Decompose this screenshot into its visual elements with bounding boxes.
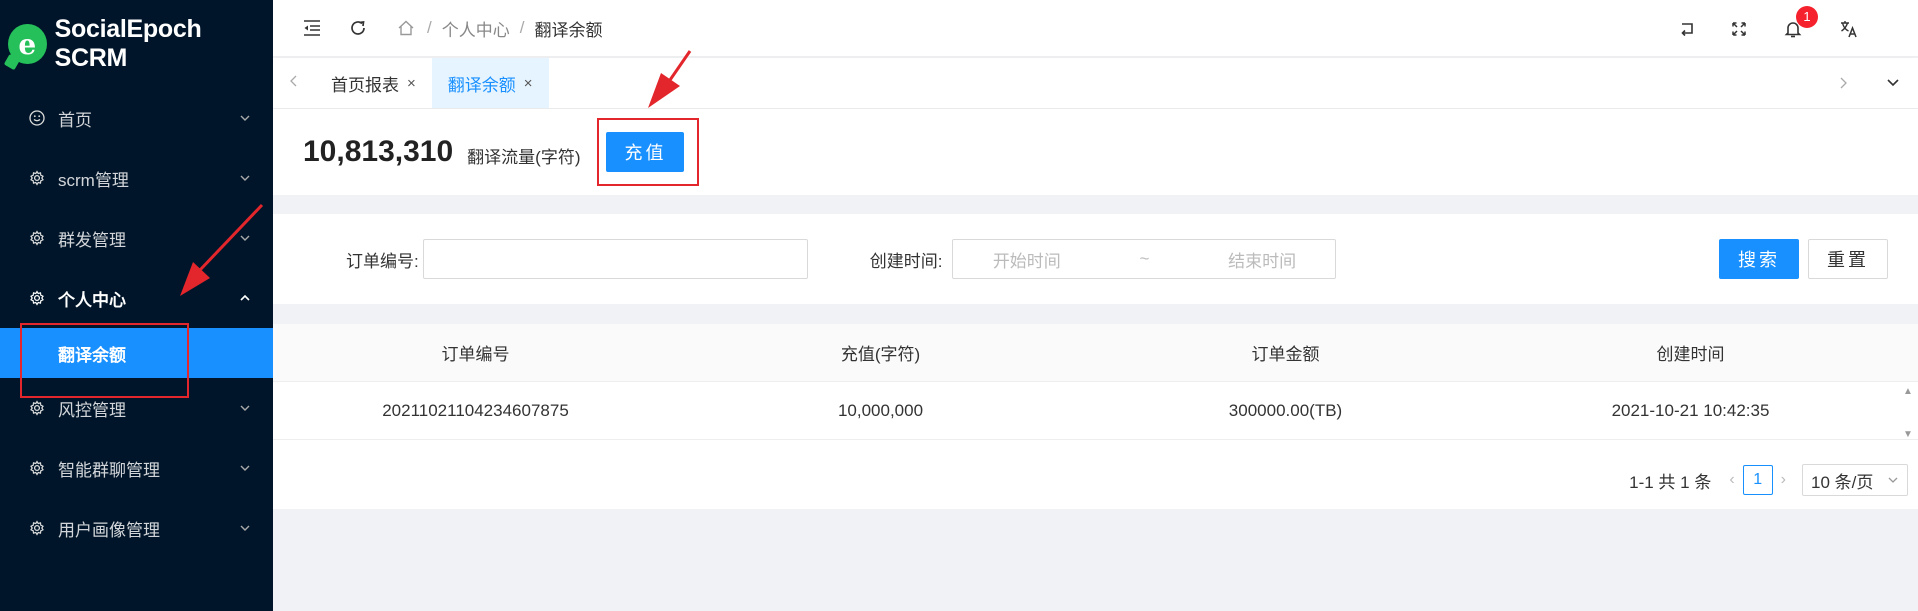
page-number[interactable]: 1 [1742,465,1773,495]
chevron-down-icon[interactable] [1886,76,1900,94]
balance-panel: 10,813,310 翻译流量(字符) 充值 [273,109,1918,195]
sidebar-item-personal-center[interactable]: 个人中心 [0,268,273,328]
chevron-down-icon [239,522,251,534]
gear-icon [28,459,46,477]
logo-icon: e [8,24,47,64]
app-name: SocialEpoch SCRM [54,15,202,72]
chevron-down-icon [1887,470,1899,490]
sidebar-item-smart-group-chat[interactable]: 智能群聊管理 [0,438,273,498]
table-row[interactable]: 20211021104234607875 10,000,000 300000.0… [273,382,1918,440]
scroll-up-icon[interactable]: ▲ [1903,386,1913,397]
table-cell: 20211021104234607875 [382,400,569,420]
notification-badge: 1 [1796,5,1818,28]
chevron-down-icon [239,462,251,474]
gear-icon [28,519,46,537]
smile-icon [28,109,46,127]
search-button[interactable]: 搜索 [1719,239,1799,279]
bell-icon[interactable]: 1 [1782,5,1818,40]
table-header: 订单编号 充值(字符) 订单金额 创建时间 [273,324,1918,382]
chevron-right-icon[interactable] [1838,76,1848,95]
sidebar-item-label: 智能群聊管理 [58,460,160,480]
sidebar-item-label: scrm管理 [58,170,129,190]
app-logo[interactable]: e SocialEpoch SCRM [0,0,273,88]
sidebar-item-scrm[interactable]: scrm管理 [0,148,273,208]
home-icon[interactable] [395,17,417,39]
menu-fold-icon[interactable] [301,17,323,39]
sidebar: e SocialEpoch SCRM 首页 scrm管理 群发管理 个人中心 翻… [0,0,273,611]
chevron-left-icon[interactable] [289,74,299,93]
column-header: 订单编号 [441,345,510,364]
tab-label: 翻译余额 [447,75,516,95]
annotation-highlight-box [20,323,189,398]
date-range-picker[interactable]: 开始时间 ~ 结束时间 [952,239,1337,279]
tab-home-report[interactable]: 首页报表 × [315,58,432,108]
page-size-value: 10 条/页 [1811,472,1874,492]
breadcrumb-separator: / [519,18,525,37]
annotation-highlight-box [597,118,699,186]
close-icon[interactable]: × [407,75,416,92]
scrollbar[interactable]: ▲ ▼ [1902,386,1914,440]
chevron-down-icon [239,112,251,124]
sidebar-item-label: 风控管理 [58,400,126,420]
translate-icon[interactable] [1838,18,1860,40]
scroll-down-icon[interactable]: ▼ [1903,429,1913,440]
reset-button[interactable]: 重置 [1808,239,1888,279]
balance-value: 10,813,310 [303,135,454,168]
tab-translation-balance[interactable]: 翻译余额 × [431,58,549,108]
chevron-up-icon [239,292,251,304]
sidebar-item-mass-send[interactable]: 群发管理 [0,208,273,268]
back-icon[interactable] [1676,18,1698,40]
balance-label: 翻译流量(字符) [467,147,581,167]
gear-icon [28,169,46,187]
tab-label: 首页报表 [331,75,399,95]
search-panel: 订单编号: 创建时间: 开始时间 ~ 结束时间 搜索 重置 [273,214,1918,304]
column-header: 充值(字符) [840,345,921,364]
fullscreen-icon[interactable] [1728,18,1750,40]
sidebar-item-label: 个人中心 [58,290,126,310]
sidebar-item-user-profile[interactable]: 用户画像管理 [0,498,273,558]
sidebar-item-label: 群发管理 [58,230,126,250]
breadcrumb-item[interactable]: 个人中心 [442,16,510,41]
chevron-down-icon [239,172,251,184]
sidebar-item-home[interactable]: 首页 [0,88,273,148]
chevron-left-icon[interactable]: ‹ [1729,471,1734,489]
table-cell: 2021-10-21 10:42:35 [1611,400,1770,420]
chevron-down-icon [239,402,251,414]
range-separator: ~ [1139,249,1150,268]
chevron-right-icon[interactable]: › [1781,471,1786,489]
gear-icon [28,289,46,307]
header-actions: 1 [1676,0,1918,57]
breadcrumb-current: 翻译余额 [534,20,603,40]
column-header: 创建时间 [1656,345,1725,364]
page-size-select[interactable]: 10 条/页 [1802,464,1908,496]
tabs-bar: 首页报表 × 翻译余额 × [273,58,1918,108]
pagination-summary: 1-1 共 1 条 [1629,472,1712,492]
orders-table: 订单编号 充值(字符) 订单金额 创建时间 202110211042346078… [273,324,1918,509]
column-header: 订单金额 [1251,345,1320,364]
start-time-placeholder[interactable]: 开始时间 [993,247,1061,272]
breadcrumb: / 个人中心 / 翻译余额 [395,16,602,41]
sidebar-item-label: 用户画像管理 [58,520,160,540]
table-cell: 10,000,000 [837,400,924,420]
end-time-placeholder[interactable]: 结束时间 [1228,247,1296,272]
chevron-down-icon [239,232,251,244]
order-number-input[interactable] [422,239,808,279]
pagination: 1-1 共 1 条 ‹ 1 › 10 条/页 [1629,464,1908,496]
top-header: / 个人中心 / 翻译余额 1 [273,0,1918,57]
sidebar-item-label: 首页 [58,110,92,130]
created-time-label: 创建时间: [869,251,943,271]
order-number-label: 订单编号: [346,251,419,271]
close-icon[interactable]: × [524,75,533,92]
refresh-icon[interactable] [347,17,369,39]
gear-icon [28,399,46,417]
breadcrumb-separator: / [427,18,432,37]
table-cell: 300000.00(TB) [1228,400,1343,420]
gear-icon [28,229,46,247]
